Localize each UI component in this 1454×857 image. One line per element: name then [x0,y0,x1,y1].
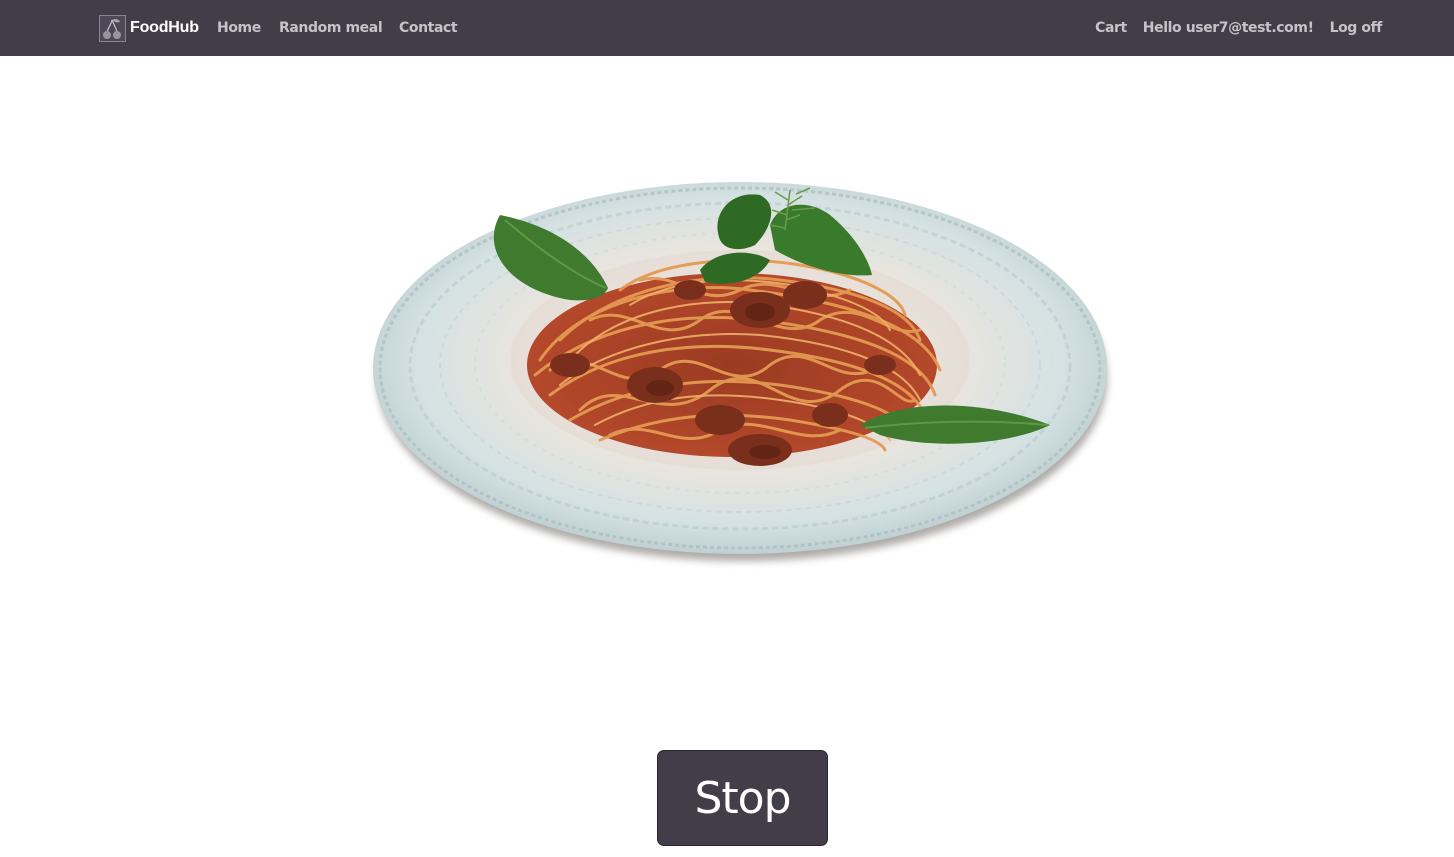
top-navbar: FoodHub Home Random meal Contact Cart He… [0,0,1454,56]
stop-button[interactable]: Stop [657,750,828,846]
brand-link[interactable]: FoodHub [99,14,199,42]
nav-cart-link[interactable]: Cart [1095,18,1127,38]
cherry-icon [99,14,126,42]
nav-contact-link[interactable]: Contact [399,18,458,38]
user-greeting-link[interactable]: Hello user7@test.com! [1143,18,1314,38]
nav-home-link[interactable]: Home [217,18,261,38]
meal-image [373,182,1107,561]
user-nav: Cart Hello user7@test.com! Log off [1095,18,1382,38]
nav-random-meal-link[interactable]: Random meal [279,18,383,38]
log-off-link[interactable]: Log off [1330,18,1383,38]
brand-name: FoodHub [130,19,199,36]
